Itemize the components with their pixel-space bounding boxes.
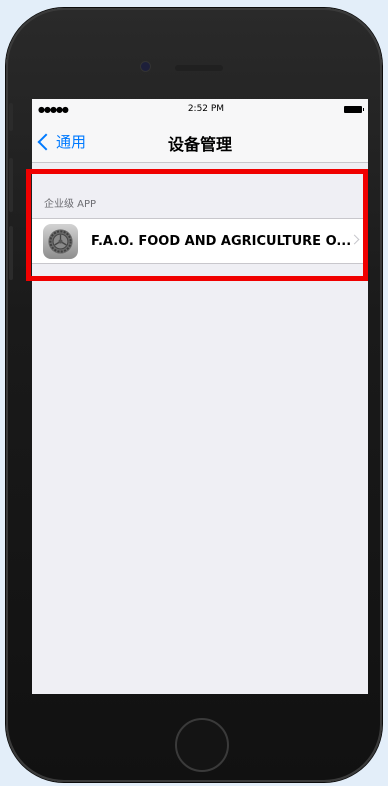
- volume-down-button: [9, 226, 13, 280]
- status-time: 2:52 PM: [187, 104, 225, 114]
- signal-strength-icon: ●●●●●: [38, 104, 69, 114]
- volume-up-button: [9, 158, 13, 212]
- mute-switch: [9, 103, 13, 131]
- status-bar: ●●●●● 2:52 PM: [32, 99, 368, 119]
- highlight-box: [26, 169, 368, 281]
- battery-icon: [343, 105, 364, 113]
- home-button[interactable]: [175, 718, 229, 772]
- front-camera: [140, 61, 151, 72]
- page-title: 设备管理: [167, 135, 232, 154]
- earpiece-speaker: [175, 65, 223, 71]
- navigation-bar: 通用 设备管理: [32, 119, 368, 163]
